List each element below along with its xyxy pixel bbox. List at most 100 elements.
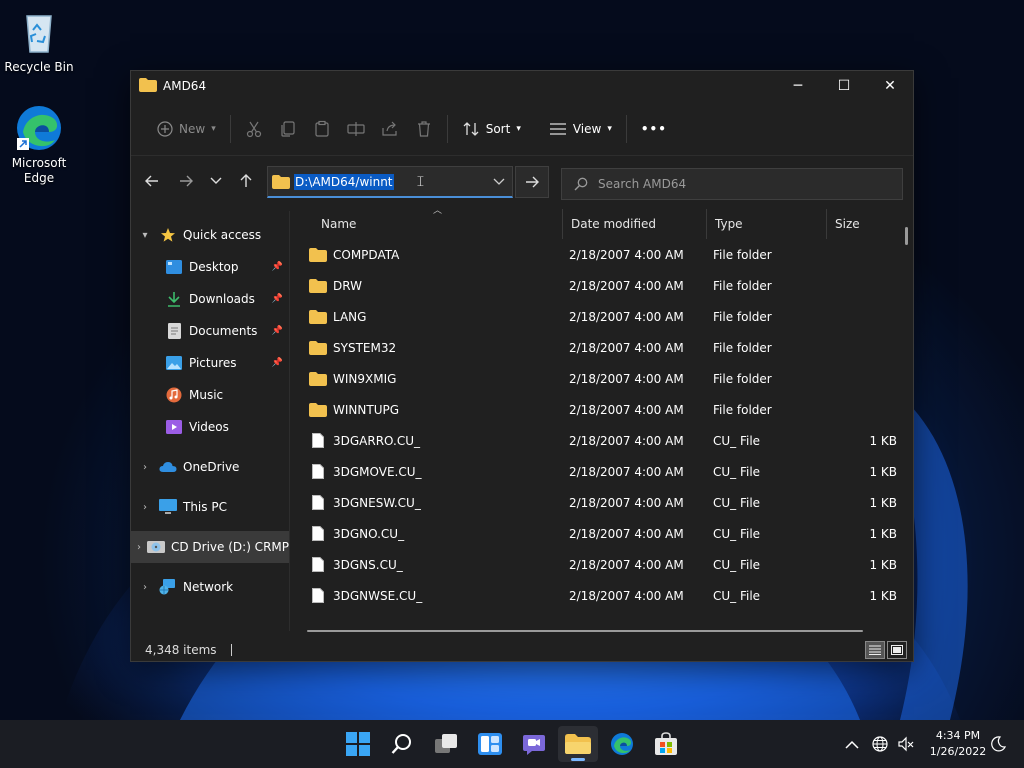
sidebar-item-network[interactable]: › Network [131, 571, 289, 603]
chevron-right-icon[interactable]: › [131, 542, 147, 553]
navigation-bar: D:\AMD64/winnt 𝙸 [131, 155, 913, 205]
desktop-icon-recycle-bin[interactable]: Recycle Bin [1, 8, 77, 74]
column-header-size[interactable]: Size [827, 209, 903, 239]
start-button[interactable] [338, 726, 378, 762]
sidebar-item-quick-access[interactable]: ▾ Quick access [131, 219, 289, 251]
copy-icon [279, 120, 297, 138]
volume-tray-button[interactable] [894, 720, 918, 768]
more-icon: ••• [640, 122, 667, 136]
widgets-icon [478, 733, 502, 755]
network-tray-button[interactable] [868, 720, 892, 768]
minimize-button[interactable]: ─ [775, 71, 821, 101]
show-hidden-icons-button[interactable] [840, 720, 864, 768]
search-input[interactable] [598, 177, 878, 191]
close-button[interactable]: ✕ [867, 71, 913, 101]
rename-button[interactable] [339, 113, 373, 145]
column-header-date-modified[interactable]: Date modified [563, 209, 707, 239]
back-button[interactable] [137, 166, 167, 196]
share-button[interactable] [373, 113, 407, 145]
table-row[interactable]: 3DGMOVE.CU_ 2/18/2007 4:00 AM CU_ File 1… [291, 456, 903, 487]
copy-button[interactable] [271, 113, 305, 145]
forward-button[interactable] [171, 166, 201, 196]
table-row[interactable]: SYSTEM32 2/18/2007 4:00 AM File folder [291, 332, 903, 363]
sidebar-item-this-pc[interactable]: › This PC [131, 491, 289, 523]
table-row[interactable]: 3DGNESW.CU_ 2/18/2007 4:00 AM CU_ File 1… [291, 487, 903, 518]
table-row[interactable]: 3DGNWSE.CU_ 2/18/2007 4:00 AM CU_ File 1… [291, 580, 903, 611]
column-header-name[interactable]: ︿ Name [291, 206, 563, 239]
task-view-icon [435, 734, 457, 753]
file-explorer-taskbar-button[interactable] [558, 726, 598, 762]
table-row[interactable]: LANG 2/18/2007 4:00 AM File folder [291, 301, 903, 332]
file-size: 1 KB [869, 433, 897, 448]
paste-button[interactable] [305, 113, 339, 145]
task-view-button[interactable] [426, 726, 466, 762]
moon-icon [991, 736, 1006, 752]
store-taskbar-button[interactable] [646, 726, 686, 762]
desktop-icon [165, 258, 183, 276]
desktop-icon-edge[interactable]: Microsoft Edge [1, 104, 77, 186]
chat-button[interactable] [514, 726, 554, 762]
file-icon [309, 526, 327, 542]
clipboard-icon [313, 120, 331, 138]
recent-locations-button[interactable] [201, 166, 231, 196]
sidebar-item-cd-drive[interactable]: › CD Drive (D:) CRMP [131, 531, 289, 563]
sidebar-item-music[interactable]: Music [131, 379, 289, 411]
edge-taskbar-button[interactable] [602, 726, 642, 762]
new-button[interactable]: New ▾ [149, 113, 224, 145]
chevron-right-icon[interactable]: › [131, 502, 159, 513]
chevron-right-icon[interactable]: › [131, 462, 159, 473]
sidebar-item-downloads[interactable]: Downloads 📌 [131, 283, 289, 315]
arrow-right-icon [180, 175, 193, 186]
table-row[interactable]: COMPDATA 2/18/2007 4:00 AM File folder [291, 239, 903, 270]
more-options-button[interactable]: ••• [633, 113, 675, 145]
column-headers: ︿ Name Date modified Type Size [291, 206, 903, 239]
cut-button[interactable] [237, 113, 271, 145]
up-button[interactable] [231, 166, 261, 196]
sidebar-item-desktop[interactable]: Desktop 📌 [131, 251, 289, 283]
sort-button[interactable]: Sort ▾ [454, 113, 529, 145]
notifications-button[interactable] [986, 720, 1010, 768]
table-row[interactable]: 3DGNO.CU_ 2/18/2007 4:00 AM CU_ File 1 K… [291, 518, 903, 549]
table-row[interactable]: 3DGNS.CU_ 2/18/2007 4:00 AM CU_ File 1 K… [291, 549, 903, 580]
chevron-right-icon[interactable]: › [131, 582, 159, 593]
delete-button[interactable] [407, 113, 441, 145]
sidebar-item-onedrive[interactable]: › OneDrive [131, 451, 289, 483]
address-dropdown-button[interactable] [485, 166, 513, 198]
maximize-button[interactable]: ☐ [821, 71, 867, 101]
file-type: File folder [713, 340, 772, 355]
pane-divider[interactable] [289, 211, 290, 631]
widgets-button[interactable] [470, 726, 510, 762]
table-row[interactable]: 3DGARRO.CU_ 2/18/2007 4:00 AM CU_ File 1… [291, 425, 903, 456]
sidebar-item-videos[interactable]: Videos [131, 411, 289, 443]
folder-icon [309, 402, 327, 418]
file-explorer-window: AMD64 ─ ☐ ✕ New ▾ Sort ▾ View ▾ ••• D:\A… [130, 70, 914, 662]
title-bar[interactable]: AMD64 ─ ☐ ✕ [131, 71, 913, 101]
table-row[interactable]: WIN9XMIG 2/18/2007 4:00 AM File folder [291, 363, 903, 394]
file-date: 2/18/2007 4:00 AM [569, 402, 684, 417]
view-lines-icon [549, 122, 567, 136]
file-date: 2/18/2007 4:00 AM [569, 433, 684, 448]
file-date: 2/18/2007 4:00 AM [569, 247, 684, 262]
table-row[interactable]: DRW 2/18/2007 4:00 AM File folder [291, 270, 903, 301]
sidebar-item-pictures[interactable]: Pictures 📌 [131, 347, 289, 379]
details-view-button[interactable] [865, 641, 885, 659]
horizontal-scrollbar[interactable] [307, 630, 863, 632]
address-path[interactable]: D:\AMD64/winnt [294, 173, 394, 190]
clock[interactable]: 4:34 PM 1/26/2022 [920, 728, 996, 760]
sort-ascending-icon: ︿ [433, 206, 443, 216]
view-button[interactable]: View ▾ [541, 113, 620, 145]
search-box[interactable] [561, 168, 903, 200]
divider [229, 115, 231, 143]
table-row[interactable]: WINNTUPG 2/18/2007 4:00 AM File folder [291, 394, 903, 425]
address-bar[interactable]: D:\AMD64/winnt 𝙸 [267, 166, 513, 198]
recycle-bin-icon [15, 8, 63, 56]
file-size: 1 KB [869, 464, 897, 479]
file-date: 2/18/2007 4:00 AM [569, 309, 684, 324]
sidebar-item-documents[interactable]: Documents 📌 [131, 315, 289, 347]
chevron-down-icon[interactable]: ▾ [131, 230, 159, 241]
column-header-type[interactable]: Type [707, 209, 827, 239]
vertical-scrollbar[interactable] [905, 227, 908, 245]
large-icons-view-button[interactable] [887, 641, 907, 659]
go-button[interactable] [515, 166, 549, 198]
search-button[interactable] [382, 726, 422, 762]
